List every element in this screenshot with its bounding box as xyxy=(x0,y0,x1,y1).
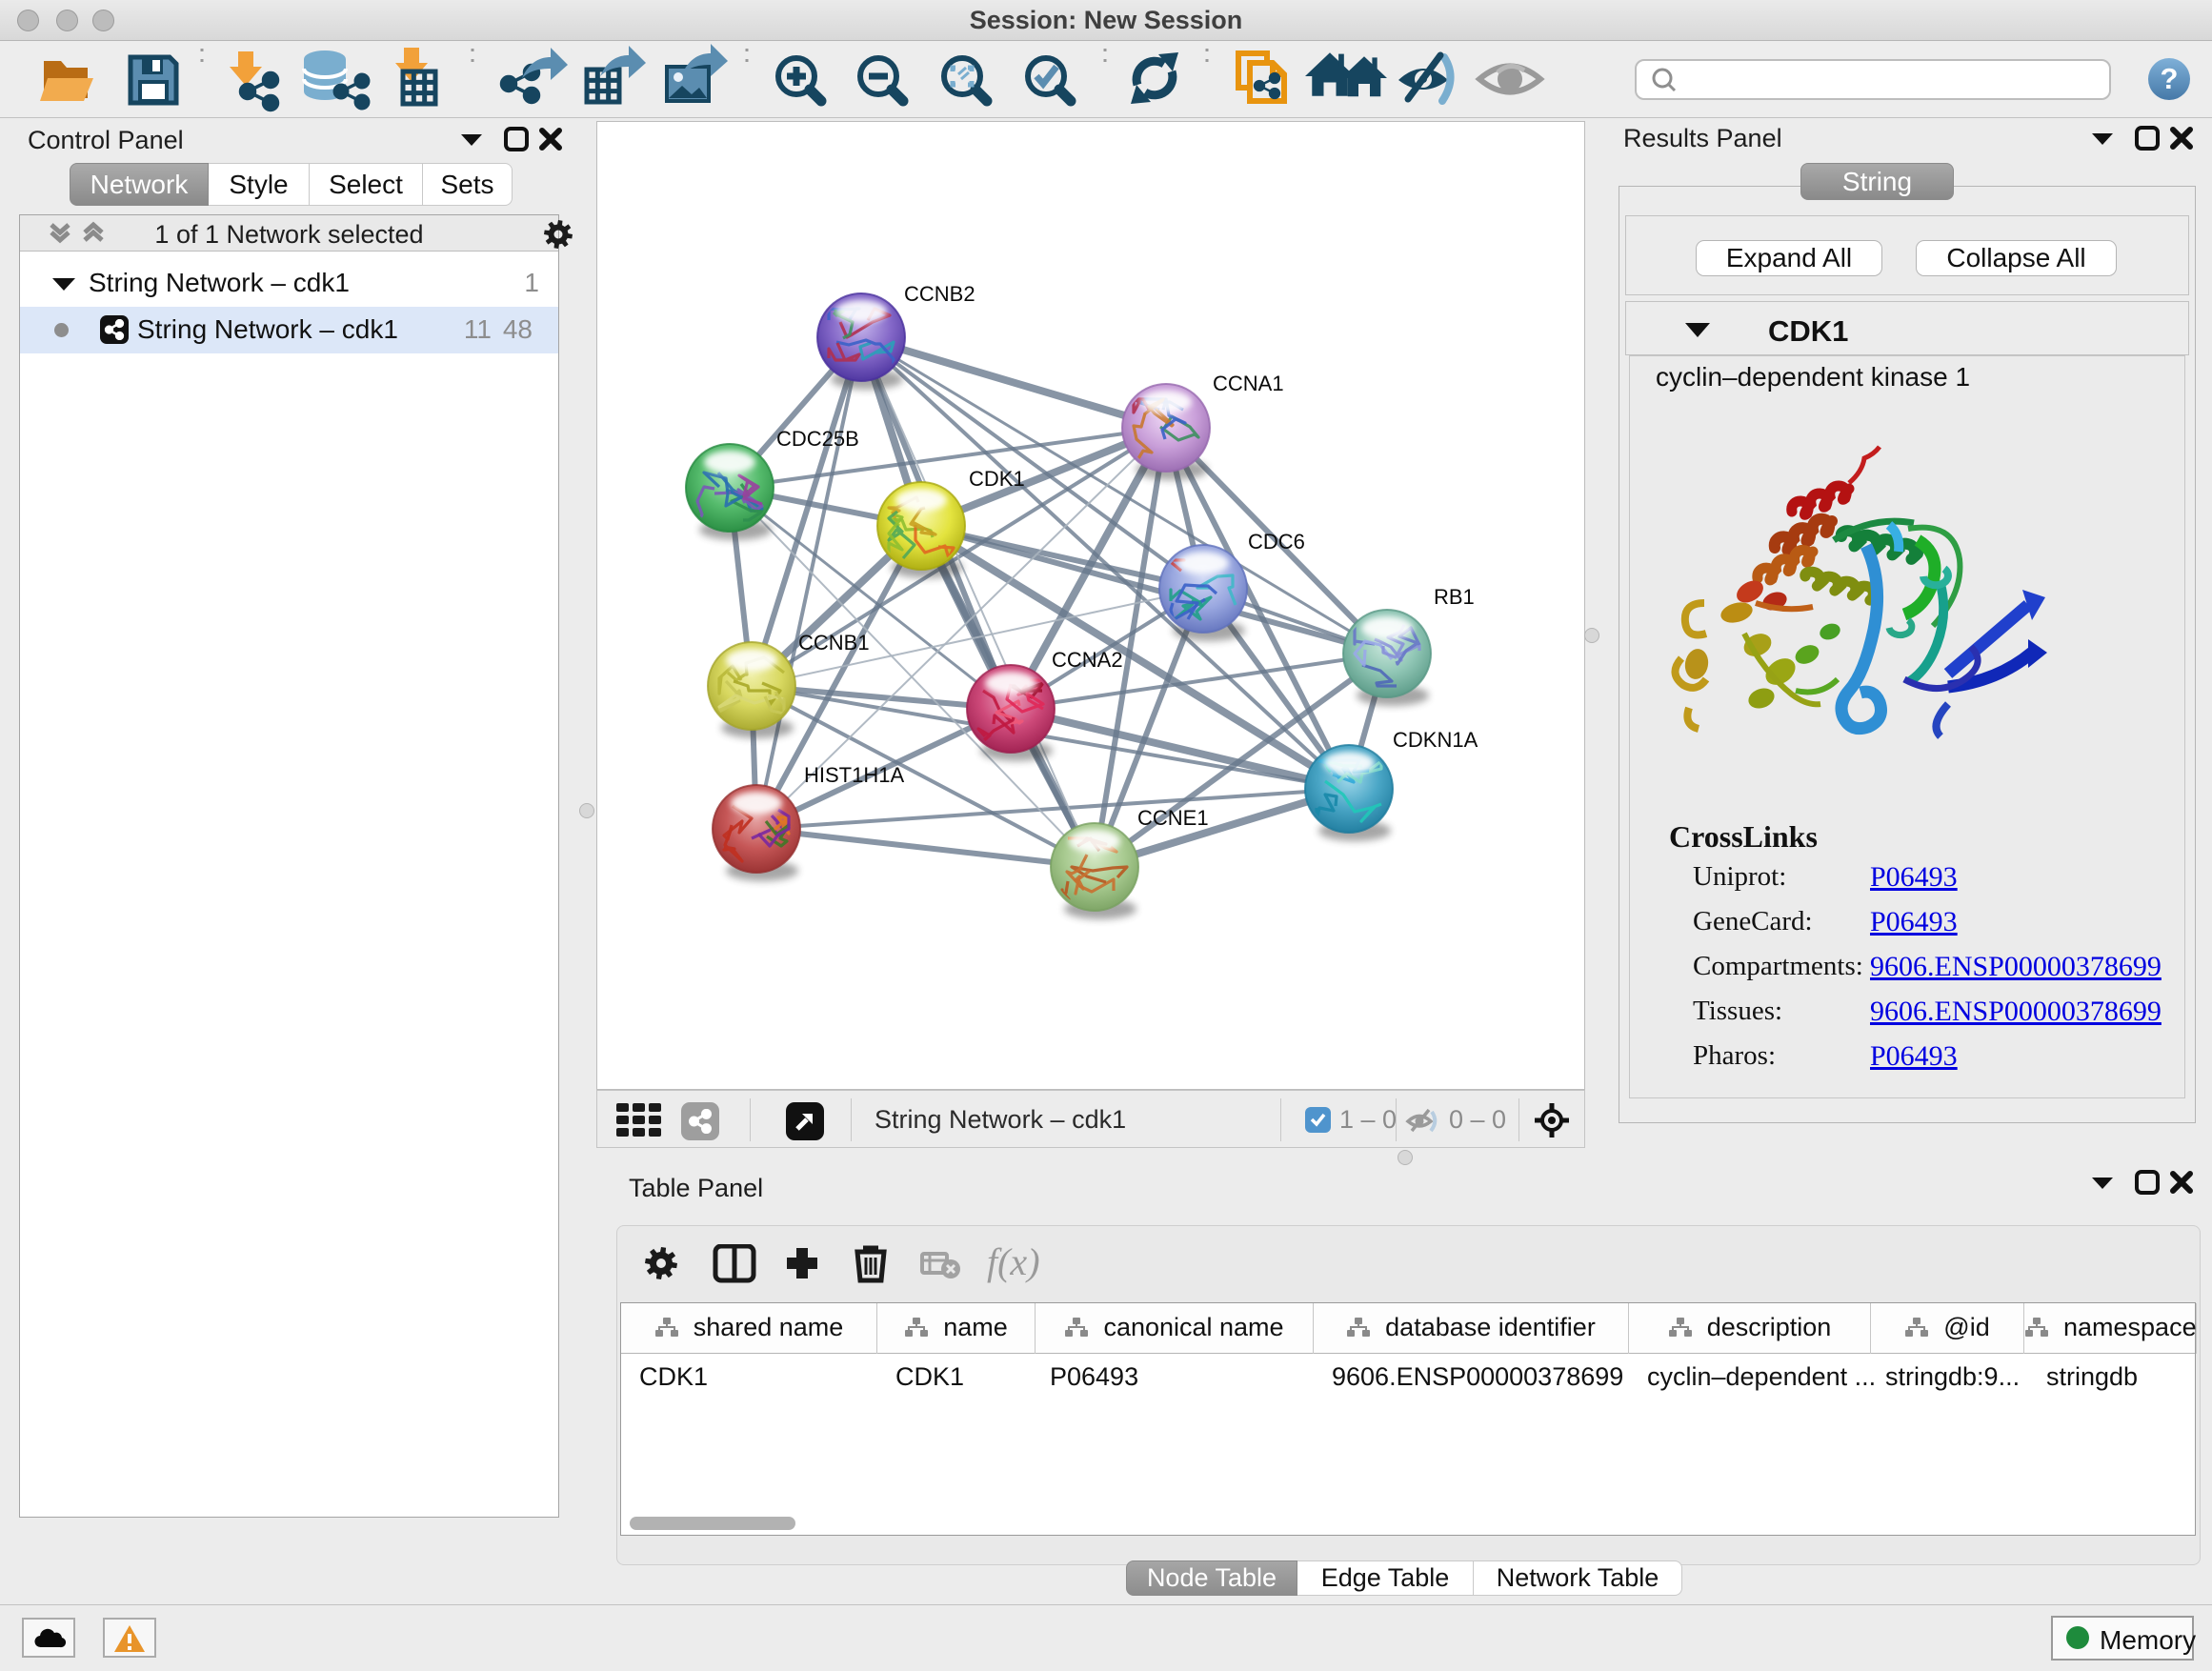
svg-text:CDC25B: CDC25B xyxy=(776,427,859,451)
svg-text:CCNE1: CCNE1 xyxy=(1137,806,1209,830)
svg-text:HIST1H1A: HIST1H1A xyxy=(804,763,904,787)
svg-text:CCNA2: CCNA2 xyxy=(1052,648,1123,672)
svg-text:CDC6: CDC6 xyxy=(1248,530,1305,554)
svg-text:CDK1: CDK1 xyxy=(969,467,1025,491)
svg-text:CCNB2: CCNB2 xyxy=(904,282,975,306)
svg-text:RB1: RB1 xyxy=(1434,585,1475,609)
svg-text:CCNA1: CCNA1 xyxy=(1213,372,1284,395)
svg-text:CCNB1: CCNB1 xyxy=(798,631,870,654)
svg-text:CDKN1A: CDKN1A xyxy=(1393,728,1478,752)
svg-text:f(x): f(x) xyxy=(987,1244,1040,1283)
